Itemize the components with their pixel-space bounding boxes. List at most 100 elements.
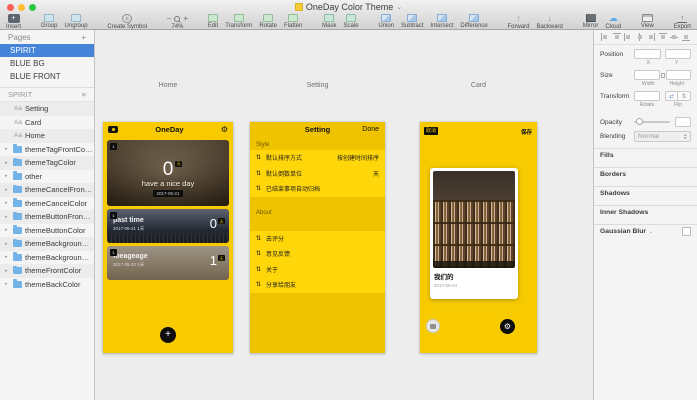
page-item-blue-front[interactable]: BLUE FRONT bbox=[0, 70, 94, 83]
toolbar-button-transform[interactable]: Transform bbox=[225, 14, 252, 29]
gear-icon[interactable]: ⚙ bbox=[221, 126, 228, 134]
align-bottom-icon[interactable] bbox=[682, 33, 690, 41]
group-item[interactable]: ▸themeButtonColor bbox=[0, 224, 94, 238]
layer-item-home[interactable]: AaHome bbox=[0, 129, 94, 143]
artboard-label-card[interactable]: Card bbox=[420, 82, 537, 89]
window-titlebar[interactable]: OneDay Color Theme ⌄ bbox=[0, 0, 697, 13]
x-field[interactable] bbox=[634, 49, 661, 59]
disclosure-triangle-icon[interactable]: ▸ bbox=[5, 187, 10, 193]
zoom-in-icon[interactable]: + bbox=[183, 14, 188, 23]
toolbar-button-forward[interactable]: ↑Forward bbox=[508, 14, 530, 30]
share-settings-button[interactable]: ⚙ bbox=[500, 319, 515, 334]
setting-row[interactable]: ⇅分享给朋友 bbox=[250, 277, 385, 293]
group-item[interactable]: ▸themeTagColor bbox=[0, 156, 94, 170]
disclosure-triangle-icon[interactable]: ▸ bbox=[5, 281, 10, 287]
toolbar-button-mask[interactable]: Mask bbox=[322, 14, 336, 29]
height-field[interactable] bbox=[666, 70, 692, 80]
blending-select[interactable]: Normal ▲▼ bbox=[634, 131, 691, 142]
artboard-setting[interactable]: Setting Done Style ⇅默认排序方式按创建时间排序⇅默认倒数单位… bbox=[250, 122, 385, 353]
disclosure-triangle-icon[interactable]: ▸ bbox=[5, 200, 10, 206]
toolbar-button-intersect[interactable]: Intersect bbox=[430, 14, 453, 29]
opacity-field[interactable] bbox=[675, 117, 691, 127]
y-field[interactable] bbox=[665, 49, 692, 59]
align-middle-icon[interactable] bbox=[670, 33, 678, 41]
toolbar-button-insert[interactable]: +Insert bbox=[6, 14, 21, 30]
toolbar-button-mirror[interactable]: Mirror bbox=[583, 14, 599, 30]
list-options-icon[interactable]: ≡ bbox=[82, 90, 86, 99]
group-item[interactable]: ▸themeButtonFron… bbox=[0, 210, 94, 224]
gaussian-blur-checkbox[interactable] bbox=[682, 227, 691, 236]
cancel-button[interactable]: 取消 bbox=[424, 127, 438, 135]
flip-horizontal-button[interactable]: ⇄ bbox=[665, 91, 678, 101]
page-item-blue-bg[interactable]: BLUE BG bbox=[0, 57, 94, 70]
group-item[interactable]: ▸themeTagFrontCo… bbox=[0, 143, 94, 157]
toolbar-button-backward[interactable]: ↓Backward bbox=[537, 14, 563, 30]
disclosure-triangle-icon[interactable]: ▸ bbox=[5, 254, 10, 260]
layer-item-setting[interactable]: AaSetting bbox=[0, 102, 94, 116]
toolbar-button-ungroup[interactable]: Ungroup bbox=[65, 14, 88, 29]
group-item[interactable]: ▸themeBackgroun… bbox=[0, 237, 94, 251]
group-item[interactable]: ▸themeCancelColor bbox=[0, 197, 94, 211]
group-item[interactable]: ▸themeBackColor bbox=[0, 278, 94, 292]
done-button[interactable]: Done bbox=[362, 126, 379, 133]
lock-proportions-icon[interactable] bbox=[660, 73, 666, 78]
section-inner-shadows[interactable]: Inner Shadows bbox=[594, 205, 697, 218]
disclosure-triangle-icon[interactable]: ▸ bbox=[5, 227, 10, 233]
toolbar-button-scale[interactable]: Scale bbox=[344, 14, 359, 29]
toolbar-button-flatten[interactable]: Flatten bbox=[284, 14, 302, 29]
add-page-button[interactable]: + bbox=[81, 33, 86, 42]
flip-vertical-button[interactable]: ⇅ bbox=[678, 91, 691, 101]
disclosure-triangle-icon[interactable]: ▸ bbox=[5, 214, 10, 220]
toolbar-button-view[interactable]: View bbox=[641, 14, 654, 29]
section-gaussian-blur[interactable]: Gaussian Blur ⌄ bbox=[594, 224, 697, 237]
toolbar-button-difference[interactable]: Difference bbox=[460, 14, 487, 29]
toolbar-button-rotate[interactable]: Rotate bbox=[259, 14, 277, 29]
setting-row[interactable]: ⇅意见反馈 bbox=[250, 246, 385, 262]
disclosure-triangle-icon[interactable]: ▸ bbox=[5, 268, 10, 274]
artboard-label-home[interactable]: Home bbox=[103, 82, 233, 89]
save-button[interactable]: 保存 bbox=[521, 128, 532, 136]
zoom-out-icon[interactable]: – bbox=[167, 14, 171, 23]
section-borders[interactable]: Borders bbox=[594, 167, 697, 180]
countdown-card[interactable]: 1 past time 2017-05-21 1天 0天 bbox=[107, 209, 229, 243]
toolbar-button-subtract[interactable]: Subtract bbox=[401, 14, 423, 29]
setting-row[interactable]: ⇅默认排序方式按创建时间排序 bbox=[250, 150, 385, 166]
disclosure-triangle-icon[interactable]: ▸ bbox=[5, 173, 10, 179]
align-left-icon[interactable] bbox=[624, 33, 632, 41]
width-field[interactable] bbox=[634, 70, 660, 80]
artboard-card[interactable]: 取消 保存 我们的 2017-05-24 ⚙ bbox=[420, 122, 537, 353]
photo-picker-button[interactable] bbox=[426, 319, 440, 333]
setting-row[interactable]: ⇅已结束事项自动归档 bbox=[250, 181, 385, 197]
disclosure-triangle-icon[interactable]: ▸ bbox=[5, 241, 10, 247]
distribute-vertically-icon[interactable] bbox=[613, 33, 621, 41]
canvas[interactable]: Home Setting Card OneDay ⚙ 1 0天 have a n… bbox=[95, 30, 593, 400]
group-item[interactable]: ▸themeCancelFron… bbox=[0, 183, 94, 197]
toolbar-button-group[interactable]: Group bbox=[41, 14, 58, 29]
artboard-home[interactable]: OneDay ⚙ 1 0天 have a nice day 2017-05-21… bbox=[103, 122, 233, 353]
page-item-spirit[interactable]: SPIRIT bbox=[0, 44, 94, 57]
distribute-horizontally-icon[interactable] bbox=[601, 33, 609, 41]
camera-icon[interactable] bbox=[108, 126, 118, 133]
countdown-card[interactable]: 1 0天 have a nice day 2017-05-21 bbox=[107, 140, 229, 206]
rotate-field[interactable] bbox=[634, 91, 660, 101]
toolbar-button-zoom[interactable]: –+74% bbox=[167, 14, 188, 30]
opacity-slider[interactable] bbox=[634, 121, 670, 123]
toolbar-button-cloud[interactable]: ☁Cloud bbox=[605, 14, 621, 30]
section-fills[interactable]: Fills bbox=[594, 148, 697, 161]
add-countdown-button[interactable]: + bbox=[160, 327, 176, 343]
chevron-down-icon[interactable]: ⌄ bbox=[396, 3, 402, 11]
align-top-icon[interactable] bbox=[659, 33, 667, 41]
group-item[interactable]: ▸themeFrontColor bbox=[0, 264, 94, 278]
disclosure-triangle-icon[interactable]: ▸ bbox=[5, 160, 10, 166]
toolbar-button-union[interactable]: Union bbox=[378, 14, 394, 29]
toolbar-button-create-symbol[interactable]: Create Symbol bbox=[107, 14, 147, 30]
toolbar-button-export[interactable]: ↑Export bbox=[674, 14, 691, 30]
align-right-icon[interactable] bbox=[647, 33, 655, 41]
group-item[interactable]: ▸other bbox=[0, 170, 94, 184]
group-item[interactable]: ▸themeBackgroun… bbox=[0, 251, 94, 265]
disclosure-triangle-icon[interactable]: ▸ bbox=[5, 146, 10, 152]
section-shadows[interactable]: Shadows bbox=[594, 186, 697, 199]
opacity-slider-knob[interactable] bbox=[636, 118, 643, 125]
layer-item-card[interactable]: AaCard bbox=[0, 116, 94, 130]
toolbar-button-edit[interactable]: Edit bbox=[208, 14, 218, 29]
